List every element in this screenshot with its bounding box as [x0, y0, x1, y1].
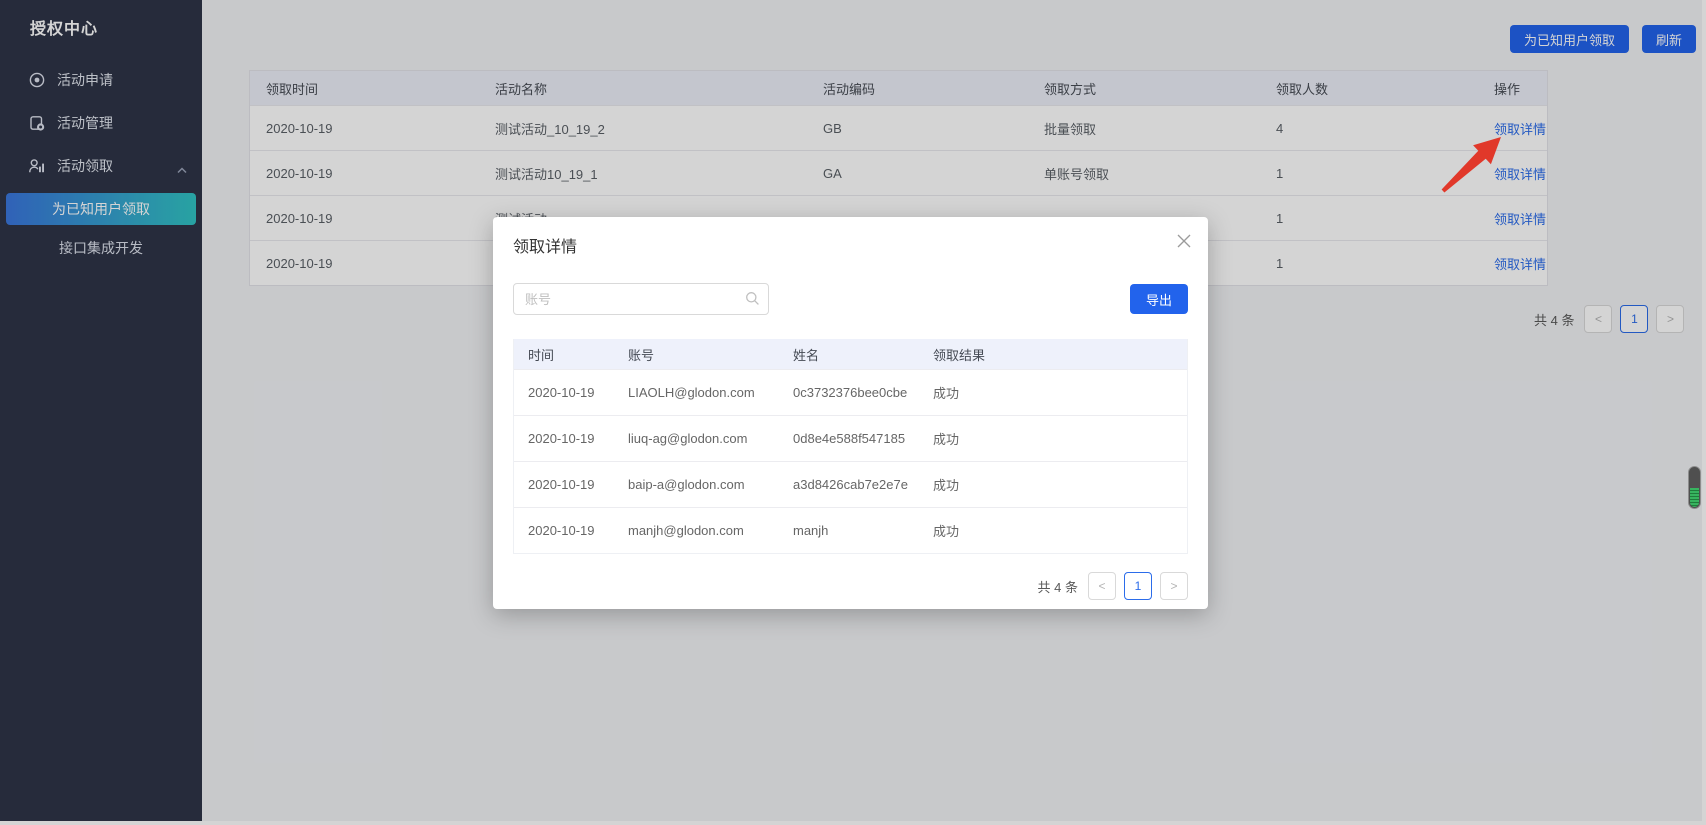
modal-pagination: 共 4 条 < 1 >: [513, 572, 1188, 600]
table-row: 2020-10-19 liuq-ag@glodon.com 0d8e4e588f…: [514, 415, 1187, 461]
claim-detail-table: 时间 账号 姓名 领取结果 2020-10-19 LIAOLH@glodon.c…: [513, 339, 1188, 554]
account-search-box: [513, 283, 769, 315]
table-row: 2020-10-19 baip-a@glodon.com a3d8426cab7…: [514, 461, 1187, 507]
account-cell: liuq-ag@glodon.com: [614, 431, 779, 446]
search-icon[interactable]: [745, 291, 760, 311]
export-button[interactable]: 导出: [1130, 284, 1188, 314]
table-row: 2020-10-19 manjh@glodon.com manjh 成功: [514, 507, 1187, 553]
prev-page-button[interactable]: <: [1088, 572, 1116, 600]
close-icon[interactable]: [1173, 230, 1195, 252]
scrollbar-thumb[interactable]: [1688, 466, 1701, 509]
account-cell: baip-a@glodon.com: [614, 477, 779, 492]
claim-detail-modal: 领取详情 导出 时间 账号 姓名 领取结果 2020-10-19: [493, 217, 1208, 609]
account-search-input[interactable]: [513, 283, 769, 315]
name-cell: 0c3732376bee0cbe: [779, 385, 919, 400]
claim-result-cell: 成功: [919, 429, 1187, 448]
annotation-arrow-icon: [1425, 125, 1515, 210]
scroll-progress-indicator: [1690, 488, 1699, 507]
modal-table-body: 2020-10-19 LIAOLH@glodon.com 0c3732376be…: [514, 369, 1187, 553]
table-row: 2020-10-19 LIAOLH@glodon.com 0c3732376be…: [514, 369, 1187, 415]
name-cell: manjh: [779, 523, 919, 538]
column-header: 账号: [614, 345, 779, 364]
page-number-button[interactable]: 1: [1124, 572, 1152, 600]
column-header: 时间: [514, 345, 614, 364]
time-cell: 2020-10-19: [514, 477, 614, 492]
claim-result-cell: 成功: [919, 383, 1187, 402]
claim-result-cell: 成功: [919, 475, 1187, 494]
time-cell: 2020-10-19: [514, 385, 614, 400]
name-cell: a3d8426cab7e2e7e: [779, 477, 919, 492]
column-header: 领取结果: [919, 345, 1187, 364]
modal-title: 领取详情: [513, 233, 1188, 257]
account-cell: manjh@glodon.com: [614, 523, 779, 538]
claim-result-cell: 成功: [919, 521, 1187, 540]
time-cell: 2020-10-19: [514, 523, 614, 538]
column-header: 姓名: [779, 345, 919, 364]
name-cell: 0d8e4e588f547185: [779, 431, 919, 446]
time-cell: 2020-10-19: [514, 431, 614, 446]
account-cell: LIAOLH@glodon.com: [614, 385, 779, 400]
next-page-button[interactable]: >: [1160, 572, 1188, 600]
modal-search-row: 导出: [513, 283, 1188, 315]
total-count-label: 共 4 条: [1038, 577, 1078, 596]
modal-table-header-row: 时间 账号 姓名 领取结果: [514, 339, 1187, 369]
